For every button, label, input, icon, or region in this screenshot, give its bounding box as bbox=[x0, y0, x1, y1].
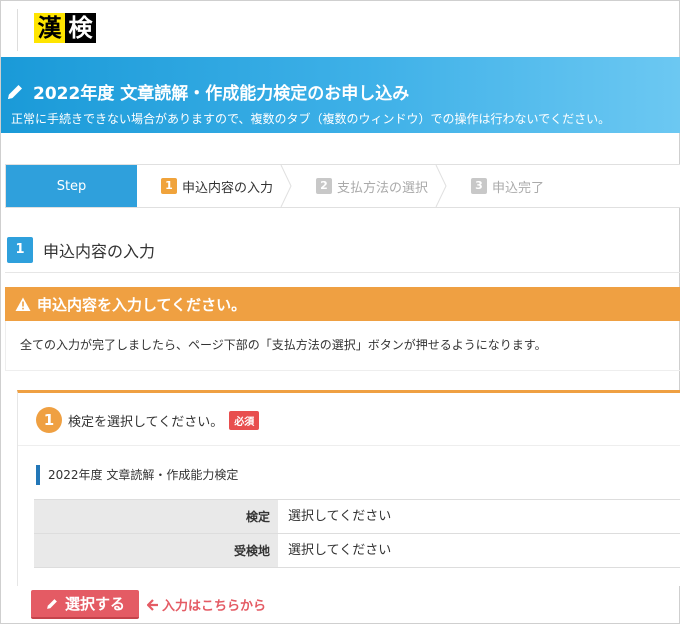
site-header: 漢 検 bbox=[17, 9, 680, 51]
banner-warning-note: 正常に手続きできない場合がありますので、複数のタブ（複数のウィンドウ）での操作は… bbox=[11, 112, 611, 126]
kanken-logo[interactable]: 漢 検 bbox=[34, 13, 96, 43]
question-number-badge: 1 bbox=[36, 407, 62, 433]
section-number-badge: 1 bbox=[7, 236, 33, 263]
question-card: 1 検定を選択してください。 必須 2022年度 文章読解・作成能力検定 検定 … bbox=[17, 390, 680, 586]
warning-icon bbox=[15, 297, 31, 311]
page-frame: 漢 検 2022年度 文章読解・作成能力検定のお申し込み 正常に手続きできない場… bbox=[0, 0, 680, 624]
selection-table: 検定 選択してください 受検地 選択してください bbox=[34, 499, 680, 568]
page-title: 2022年度 文章読解・作成能力検定のお申し込み bbox=[33, 84, 410, 104]
step-3-number: 3 bbox=[471, 178, 487, 194]
select-button[interactable]: 選択する bbox=[31, 590, 139, 619]
required-badge: 必須 bbox=[229, 410, 260, 430]
section-title: 申込内容の入力 bbox=[43, 241, 156, 261]
pencil-icon bbox=[47, 598, 57, 609]
banner-title: 2022年度 文章読解・作成能力検定のお申し込み bbox=[5, 79, 409, 104]
row-label-exam: 検定 bbox=[34, 500, 278, 533]
application-banner: 2022年度 文章読解・作成能力検定のお申し込み 正常に手続きできない場合があり… bbox=[1, 57, 680, 133]
step-3-complete: 3 申込完了 bbox=[447, 165, 602, 207]
logo-char-1: 漢 bbox=[34, 13, 65, 43]
select-button-label: 選択する bbox=[64, 595, 125, 613]
step-1-label: 申込内容の入力 bbox=[182, 180, 274, 196]
divider bbox=[18, 445, 680, 446]
question-header: 1 検定を選択してください。 必須 bbox=[36, 407, 260, 433]
step-1-input: 1 申込内容の入力 bbox=[137, 165, 292, 207]
alert-title: 申込内容を入力してください。 bbox=[37, 295, 247, 314]
arrow-left-icon bbox=[147, 598, 158, 611]
pencil-icon bbox=[8, 84, 22, 99]
alert-banner: 申込内容を入力してください。 bbox=[5, 287, 680, 321]
table-row: 受検地 選択してください bbox=[34, 534, 680, 568]
step-2-number: 2 bbox=[316, 178, 332, 194]
section-heading: 1 申込内容の入力 bbox=[5, 227, 680, 273]
logo-char-2: 検 bbox=[65, 13, 96, 43]
step-separator-icon bbox=[280, 165, 292, 207]
step-header: Step bbox=[6, 165, 137, 207]
step-2-payment: 2 支払方法の選択 bbox=[292, 165, 447, 207]
step-2-label: 支払方法の選択 bbox=[337, 180, 429, 196]
table-row: 検定 選択してください bbox=[34, 500, 680, 534]
alert-message: 全ての入力が完了しましたら、ページ下部の「支払方法の選択」ボタンが押せるようにな… bbox=[5, 321, 680, 371]
row-label-venue: 受検地 bbox=[34, 534, 278, 567]
venue-value: 選択してください bbox=[288, 543, 392, 558]
step-1-number: 1 bbox=[161, 178, 177, 194]
step-3-label: 申込完了 bbox=[492, 180, 545, 196]
step-separator-icon bbox=[435, 165, 447, 207]
exam-value: 選択してください bbox=[288, 509, 392, 524]
input-hint-link[interactable]: 入力はこちらから bbox=[147, 595, 266, 614]
exam-subtitle: 2022年度 文章読解・作成能力検定 bbox=[36, 465, 238, 485]
step-indicator: Step 1 申込内容の入力 2 支払方法の選択 3 申込完了 bbox=[5, 164, 680, 208]
hint-text: 入力はこちらから bbox=[162, 599, 267, 614]
question-text: 検定を選択してください。 bbox=[68, 414, 224, 430]
